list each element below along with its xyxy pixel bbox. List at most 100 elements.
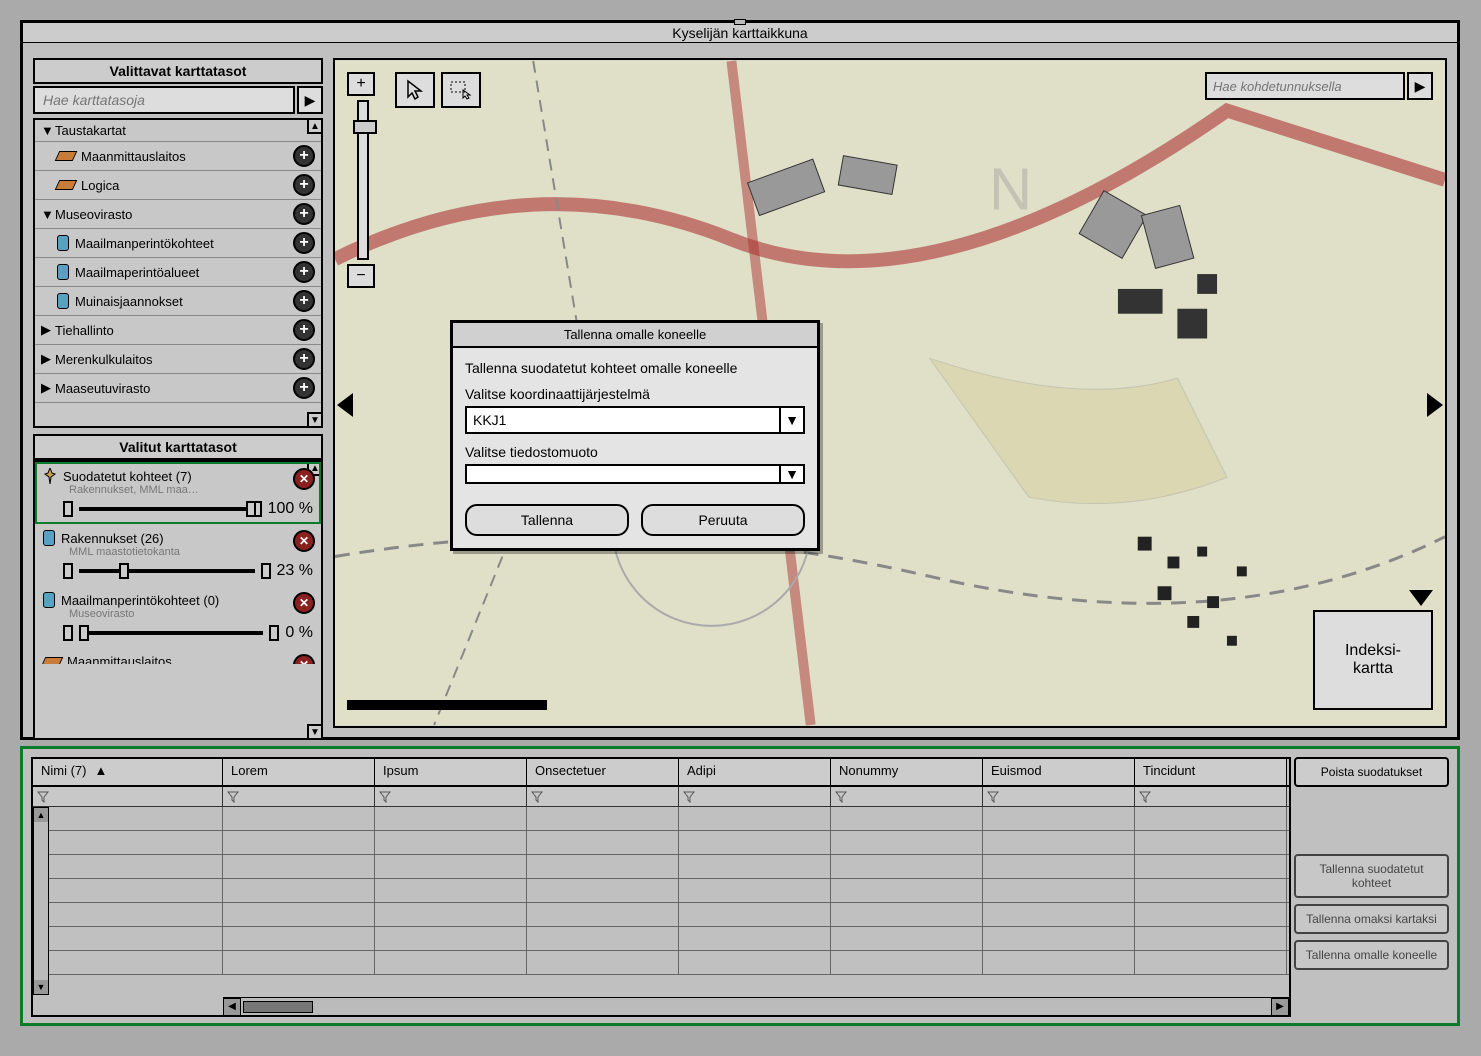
add-layer-button[interactable]: + [293,261,315,283]
column-filter[interactable] [831,787,983,806]
slider-thumb[interactable] [246,501,256,517]
table-hscroll[interactable]: ◀ ▶ [223,997,1289,1015]
table-hscroll-left[interactable]: ◀ [223,998,241,1016]
column-header[interactable]: Ipsum [375,759,527,785]
selected-layer-source: Rakennukset, MML maa… [69,484,313,496]
tree-item-label: Logica [81,178,293,193]
column-header[interactable]: Nimi (7)▲ [33,759,223,785]
selected-layer-item[interactable]: Suodatetut kohteet (7) ✕ Rakennukset, MM… [35,462,321,524]
remove-layer-button[interactable]: ✕ [293,468,315,490]
column-filter[interactable] [679,787,831,806]
tree-group[interactable]: ▼Taustakartat [35,120,321,142]
table-row[interactable] [49,807,1289,831]
opacity-slider[interactable]: 0 % [63,624,313,642]
box-select-tool-button[interactable] [441,72,481,108]
save-own-map-button[interactable]: Tallenna omaksi kartaksi [1294,904,1449,934]
tree-group[interactable]: ▼Museovirasto+ [35,200,321,229]
tree-scroll-down-button[interactable]: ▼ [307,412,323,428]
selected-layer-item[interactable]: Maailmanperintökohteet (0) ✕ Museovirast… [35,586,321,648]
add-layer-button[interactable]: + [293,290,315,312]
funnel-icon [987,791,999,803]
remove-layer-button[interactable]: ✕ [293,592,315,614]
table-hscroll-thumb[interactable] [243,1001,313,1013]
column-filter[interactable] [223,787,375,806]
column-header[interactable]: Euismod [983,759,1135,785]
table-cell [49,807,223,830]
opacity-slider[interactable]: 23 % [63,562,313,580]
format-label: Valitse tiedostomuoto [465,444,805,460]
add-layer-button[interactable]: + [293,377,315,399]
table-row[interactable] [49,903,1289,927]
pan-left-button[interactable] [337,393,353,417]
format-dropdown-icon[interactable]: ▼ [779,466,803,482]
column-header[interactable]: Nonummy [831,759,983,785]
clear-filters-button[interactable]: Poista suodatukset [1294,757,1449,787]
table-vscroll-up[interactable]: ▲ [34,808,48,822]
tree-item[interactable]: Maanmittauslaitos+ [35,142,321,171]
column-filter[interactable] [983,787,1135,806]
column-filter[interactable] [527,787,679,806]
slider-thumb[interactable] [79,625,89,641]
tree-scroll-up-button[interactable]: ▲ [307,118,323,134]
add-layer-button[interactable]: + [293,174,315,196]
pan-right-button[interactable] [1427,393,1443,417]
table-row[interactable] [49,831,1289,855]
selected-scroll-down-button[interactable]: ▼ [307,724,323,740]
slider-thumb[interactable] [119,563,129,579]
add-layer-button[interactable]: + [293,145,315,167]
zoom-in-button[interactable]: + [347,72,375,96]
index-map-toggle[interactable] [1409,590,1433,606]
table-cell [679,927,831,950]
format-select[interactable]: ▼ [465,464,805,484]
pointer-tool-button[interactable] [395,72,435,108]
column-filter[interactable] [375,787,527,806]
table-cell [1135,855,1287,878]
zoom-slider-handle[interactable] [353,120,377,134]
object-search-go-button[interactable]: ▶ [1407,72,1433,100]
tree-group[interactable]: ▶Merenkulkulaitos+ [35,345,321,374]
column-header[interactable]: Adipi [679,759,831,785]
dialog-cancel-button[interactable]: Peruuta [641,504,805,536]
tree-item[interactable]: Maailmanperintökohteet+ [35,229,321,258]
selected-layer-item[interactable]: Rakennukset (26) ✕ MML maastotietokanta … [35,524,321,586]
add-layer-button[interactable]: + [293,203,315,225]
results-table: Nimi (7)▲LoremIpsumOnsectetuerAdipiNonum… [31,757,1291,1017]
tree-item[interactable]: Logica+ [35,171,321,200]
table-vscroll-down[interactable]: ▼ [34,980,48,994]
crs-select[interactable]: KKJ1 ▼ [465,406,805,434]
add-layer-button[interactable]: + [293,348,315,370]
add-layer-button[interactable]: + [293,319,315,341]
save-local-button[interactable]: Tallenna omalle koneelle [1294,940,1449,970]
table-cell [49,951,223,974]
table-row[interactable] [49,927,1289,951]
zoom-out-button[interactable]: − [347,264,375,288]
table-cell [375,903,527,926]
column-header[interactable]: Tincidunt [1135,759,1287,785]
tree-group[interactable]: ▶Tiehallinto+ [35,316,321,345]
opacity-slider[interactable]: 100 % [63,500,313,518]
object-search-input[interactable] [1205,72,1405,100]
column-filter[interactable] [33,787,223,806]
table-vscroll[interactable]: ▲ ▼ [33,807,49,995]
remove-layer-button[interactable]: ✕ [293,530,315,552]
table-row[interactable] [49,855,1289,879]
column-header[interactable]: Lorem [223,759,375,785]
table-hscroll-right[interactable]: ▶ [1271,998,1289,1016]
table-row[interactable] [49,951,1289,975]
available-layers-title: Valittavat karttatasot [33,58,323,84]
tree-item[interactable]: Maailmaperintöalueet+ [35,258,321,287]
layer-search-input[interactable] [33,86,295,114]
dialog-save-button[interactable]: Tallenna [465,504,629,536]
index-map[interactable]: Indeksi- kartta [1313,610,1433,710]
save-filtered-button[interactable]: Tallenna suodatetut kohteet [1294,854,1449,898]
layer-search-go-button[interactable]: ▶ [297,86,323,114]
tree-item[interactable]: Muinaisjaannokset+ [35,287,321,316]
table-row[interactable] [49,879,1289,903]
selected-layer-item[interactable]: Maanmittauslaitos ✕ [35,648,321,666]
column-header[interactable]: Onsectetuer [527,759,679,785]
zoom-slider[interactable] [357,100,369,260]
add-layer-button[interactable]: + [293,232,315,254]
crs-dropdown-icon[interactable]: ▼ [779,408,803,432]
column-filter[interactable] [1135,787,1287,806]
tree-group[interactable]: ▶Maaseutuvirasto+ [35,374,321,403]
